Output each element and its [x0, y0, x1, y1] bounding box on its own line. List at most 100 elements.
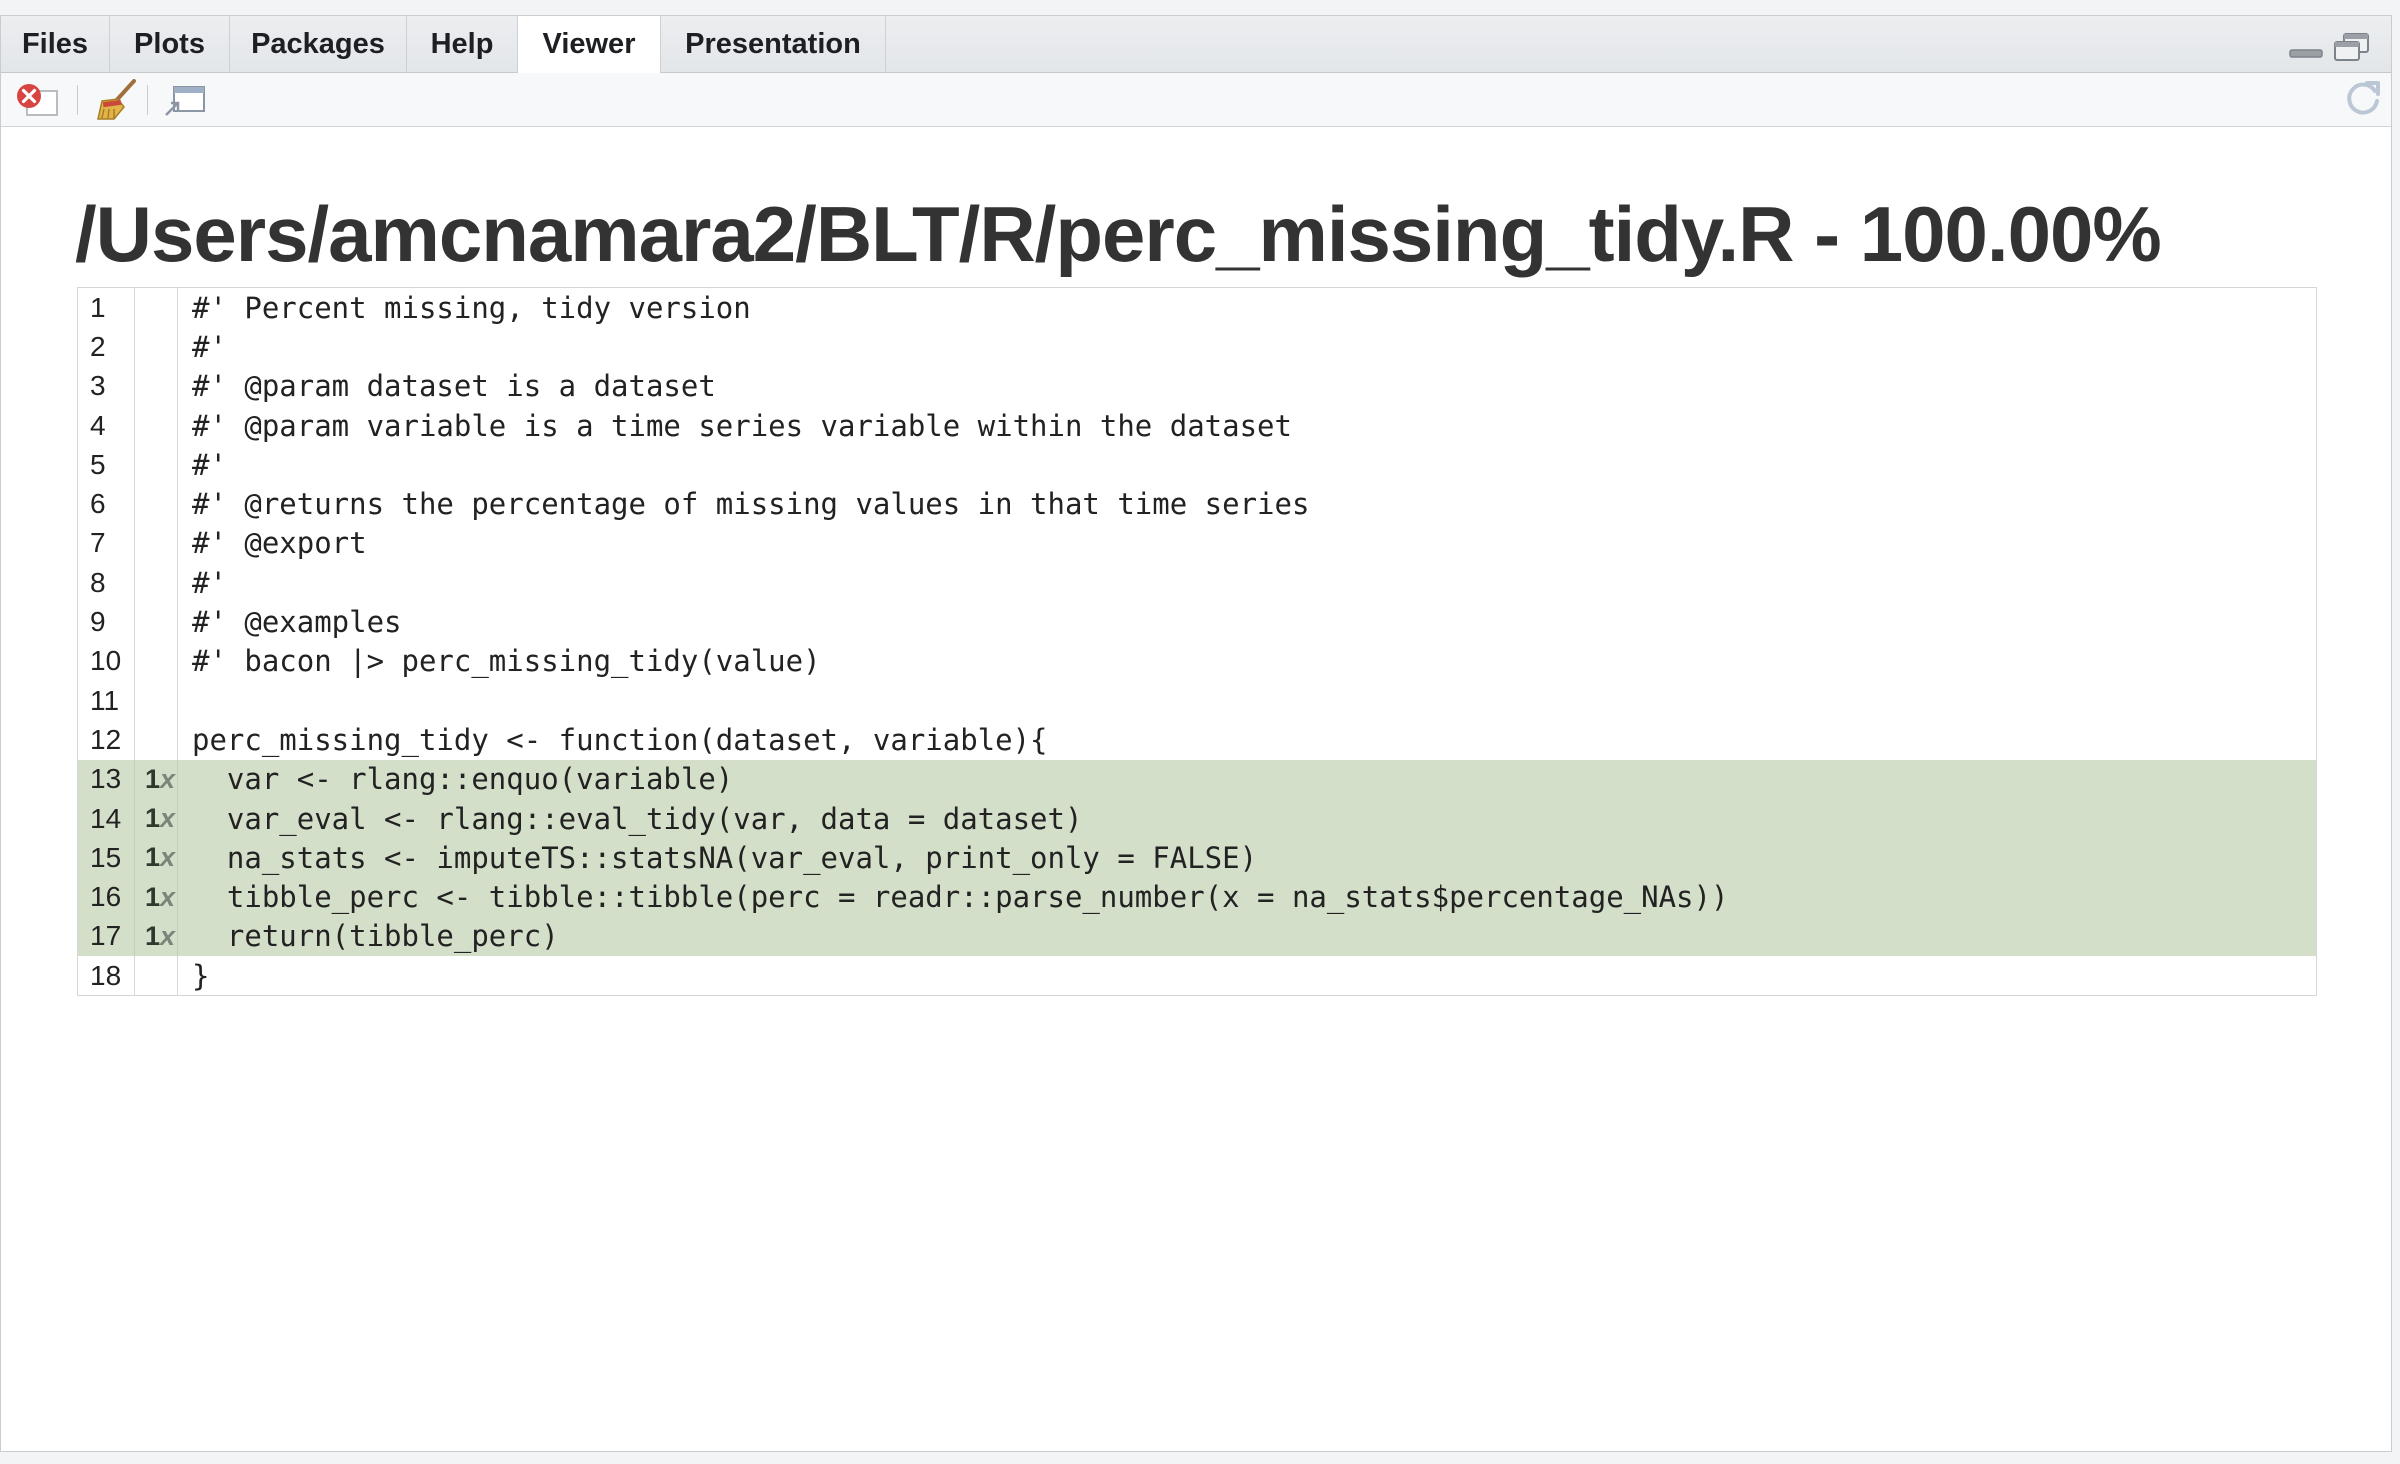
- source-code-line: #': [192, 565, 227, 600]
- hit-count: [134, 366, 178, 406]
- hit-count-number: 1: [145, 842, 161, 873]
- coverage-code-table: 1 #' Percent missing, tidy version 2 #' 3 #' …: [77, 287, 2317, 997]
- hit-count-number: 1: [145, 803, 161, 833]
- source-code-line: #' bacon |> perc_missing_tidy(value): [192, 644, 821, 679]
- source-code-line: [178, 681, 2317, 720]
- source-code-line: }: [192, 958, 210, 993]
- line-number: 1: [77, 287, 135, 328]
- source-code-line: #' @export: [192, 526, 367, 561]
- line-number: 3: [77, 366, 135, 406]
- tab-plots[interactable]: Plots: [110, 16, 230, 73]
- source-code-line: #' @returns the percentage of missing va…: [192, 487, 1310, 522]
- source-code-line: na_stats <- imputeTS::statsNA(var_eval, …: [177, 838, 2317, 878]
- hit-count-suffix: x: [160, 842, 176, 873]
- hit-count-number: 1: [145, 920, 161, 951]
- toolbar-separator: [77, 85, 78, 115]
- line-number: 18: [77, 956, 135, 996]
- source-code-line: #' Percent missing, tidy version: [192, 290, 751, 325]
- code-line-row: 9 #' @examples: [77, 602, 2317, 642]
- viewer-content: /Users/amcnamara2/BLT/R/perc_missing_tid…: [1, 127, 2391, 1451]
- hit-count: 1x: [134, 916, 178, 957]
- source-code-line: #' @param dataset is a dataset: [192, 369, 716, 404]
- line-number: 8: [77, 563, 135, 603]
- hit-count: 1x: [134, 877, 178, 917]
- remove-viewer-icon[interactable]: [15, 83, 61, 124]
- tab-help[interactable]: Help: [407, 16, 518, 73]
- line-number: 9: [77, 602, 135, 642]
- line-number: 13: [77, 759, 135, 799]
- tab-viewer[interactable]: Viewer: [518, 16, 661, 74]
- code-line-row: 16 1x tibble_perc <- tibble::tibble(perc …: [77, 877, 2317, 917]
- refresh-icon[interactable]: [2343, 79, 2383, 124]
- code-line-row: 6 #' @returns the percentage of missing v…: [77, 484, 2317, 524]
- source-code-line: return(tibble_perc): [177, 916, 2317, 957]
- pane-tabbar: Files Plots Packages Help Viewer Present…: [1, 16, 2391, 74]
- viewer-toolbar: [1, 73, 2391, 127]
- line-number: 12: [77, 720, 135, 760]
- code-line-row: 11: [77, 680, 2317, 721]
- code-line-row: 15 1x na_stats <- imputeTS::statsNA(var_e…: [77, 838, 2317, 878]
- code-line-row: 7 #' @export: [77, 523, 2317, 564]
- show-in-new-window-icon[interactable]: [164, 85, 206, 122]
- hit-count: [134, 956, 178, 996]
- hit-count: [134, 523, 178, 564]
- source-code-line: var_eval <- rlang::eval_tidy(var, data =…: [177, 798, 2317, 839]
- page-title: /Users/amcnamara2/BLT/R/perc_missing_tid…: [75, 190, 2162, 278]
- tab-packages[interactable]: Packages: [230, 16, 407, 73]
- code-line-row: 5 #': [77, 445, 2317, 485]
- minimize-pane-icon[interactable]: [2289, 36, 2325, 65]
- line-number: 14: [77, 798, 135, 839]
- line-number: 15: [77, 838, 135, 878]
- hit-count: [134, 484, 178, 524]
- code-line-row: 10 #' bacon |> perc_missing_tidy(value): [77, 641, 2317, 681]
- source-code-line: tibble_perc <- tibble::tibble(perc = rea…: [177, 877, 2317, 917]
- line-number: 6: [77, 484, 135, 524]
- source-code-line: #': [192, 447, 227, 482]
- hit-count: 1x: [134, 838, 178, 878]
- source-code-line: #': [192, 329, 227, 364]
- line-number: 16: [77, 877, 135, 917]
- code-line-row: 13 1x var <- rlang::enquo(variable): [77, 759, 2317, 799]
- code-line-row: 4 #' @param variable is a time series var…: [77, 405, 2317, 446]
- line-number: 2: [77, 327, 135, 367]
- hit-count: [134, 720, 178, 760]
- code-line-row: 18}: [77, 956, 2317, 996]
- hit-count: [134, 602, 178, 642]
- line-number: 17: [77, 916, 135, 957]
- hit-count: [134, 641, 178, 681]
- tab-files[interactable]: Files: [1, 16, 110, 73]
- hit-count: 1x: [134, 798, 178, 839]
- code-line-row: 17 1x return(tibble_perc): [77, 916, 2317, 957]
- code-line-row: 1 #' Percent missing, tidy version: [77, 287, 2317, 328]
- hit-count: [134, 563, 178, 603]
- line-number: 10: [77, 641, 135, 681]
- hit-count: 1x: [134, 759, 178, 799]
- hit-count-suffix: x: [160, 803, 176, 833]
- tab-presentation[interactable]: Presentation: [661, 16, 886, 73]
- hit-count: [134, 287, 178, 328]
- toolbar-separator: [147, 85, 148, 115]
- hit-count-number: 1: [145, 881, 161, 912]
- clear-all-broom-icon[interactable]: [94, 79, 138, 126]
- source-code-line: var <- rlang::enquo(variable): [177, 759, 2317, 799]
- hit-count-number: 1: [145, 763, 161, 794]
- code-line-row: 8 #': [77, 563, 2317, 603]
- source-code-line: perc_missing_tidy <- function(dataset, v…: [192, 722, 1048, 757]
- code-line-row: 3 #' @param dataset is a dataset: [77, 366, 2317, 406]
- hit-count-suffix: x: [160, 763, 176, 794]
- maximize-pane-icon[interactable]: [2333, 32, 2371, 67]
- hit-count-suffix: x: [160, 881, 176, 912]
- viewer-pane: Files Plots Packages Help Viewer Present…: [0, 15, 2392, 1452]
- line-number: 11: [77, 680, 135, 721]
- hit-count-suffix: x: [160, 920, 176, 951]
- hit-count: [134, 680, 178, 721]
- code-line-row: 14 1x var_eval <- rlang::eval_tidy(var, d…: [77, 798, 2317, 839]
- line-number: 4: [77, 405, 135, 446]
- source-code-line: #' @examples: [192, 605, 402, 640]
- code-line-row: 12 perc_missing_tidy <- function(dataset,…: [77, 720, 2317, 760]
- code-line-row: 2 #': [77, 327, 2317, 367]
- hit-count: [134, 405, 178, 446]
- hit-count: [134, 445, 178, 485]
- source-code-line: #' @param variable is a time series vari…: [192, 408, 1292, 443]
- line-number: 7: [77, 523, 135, 564]
